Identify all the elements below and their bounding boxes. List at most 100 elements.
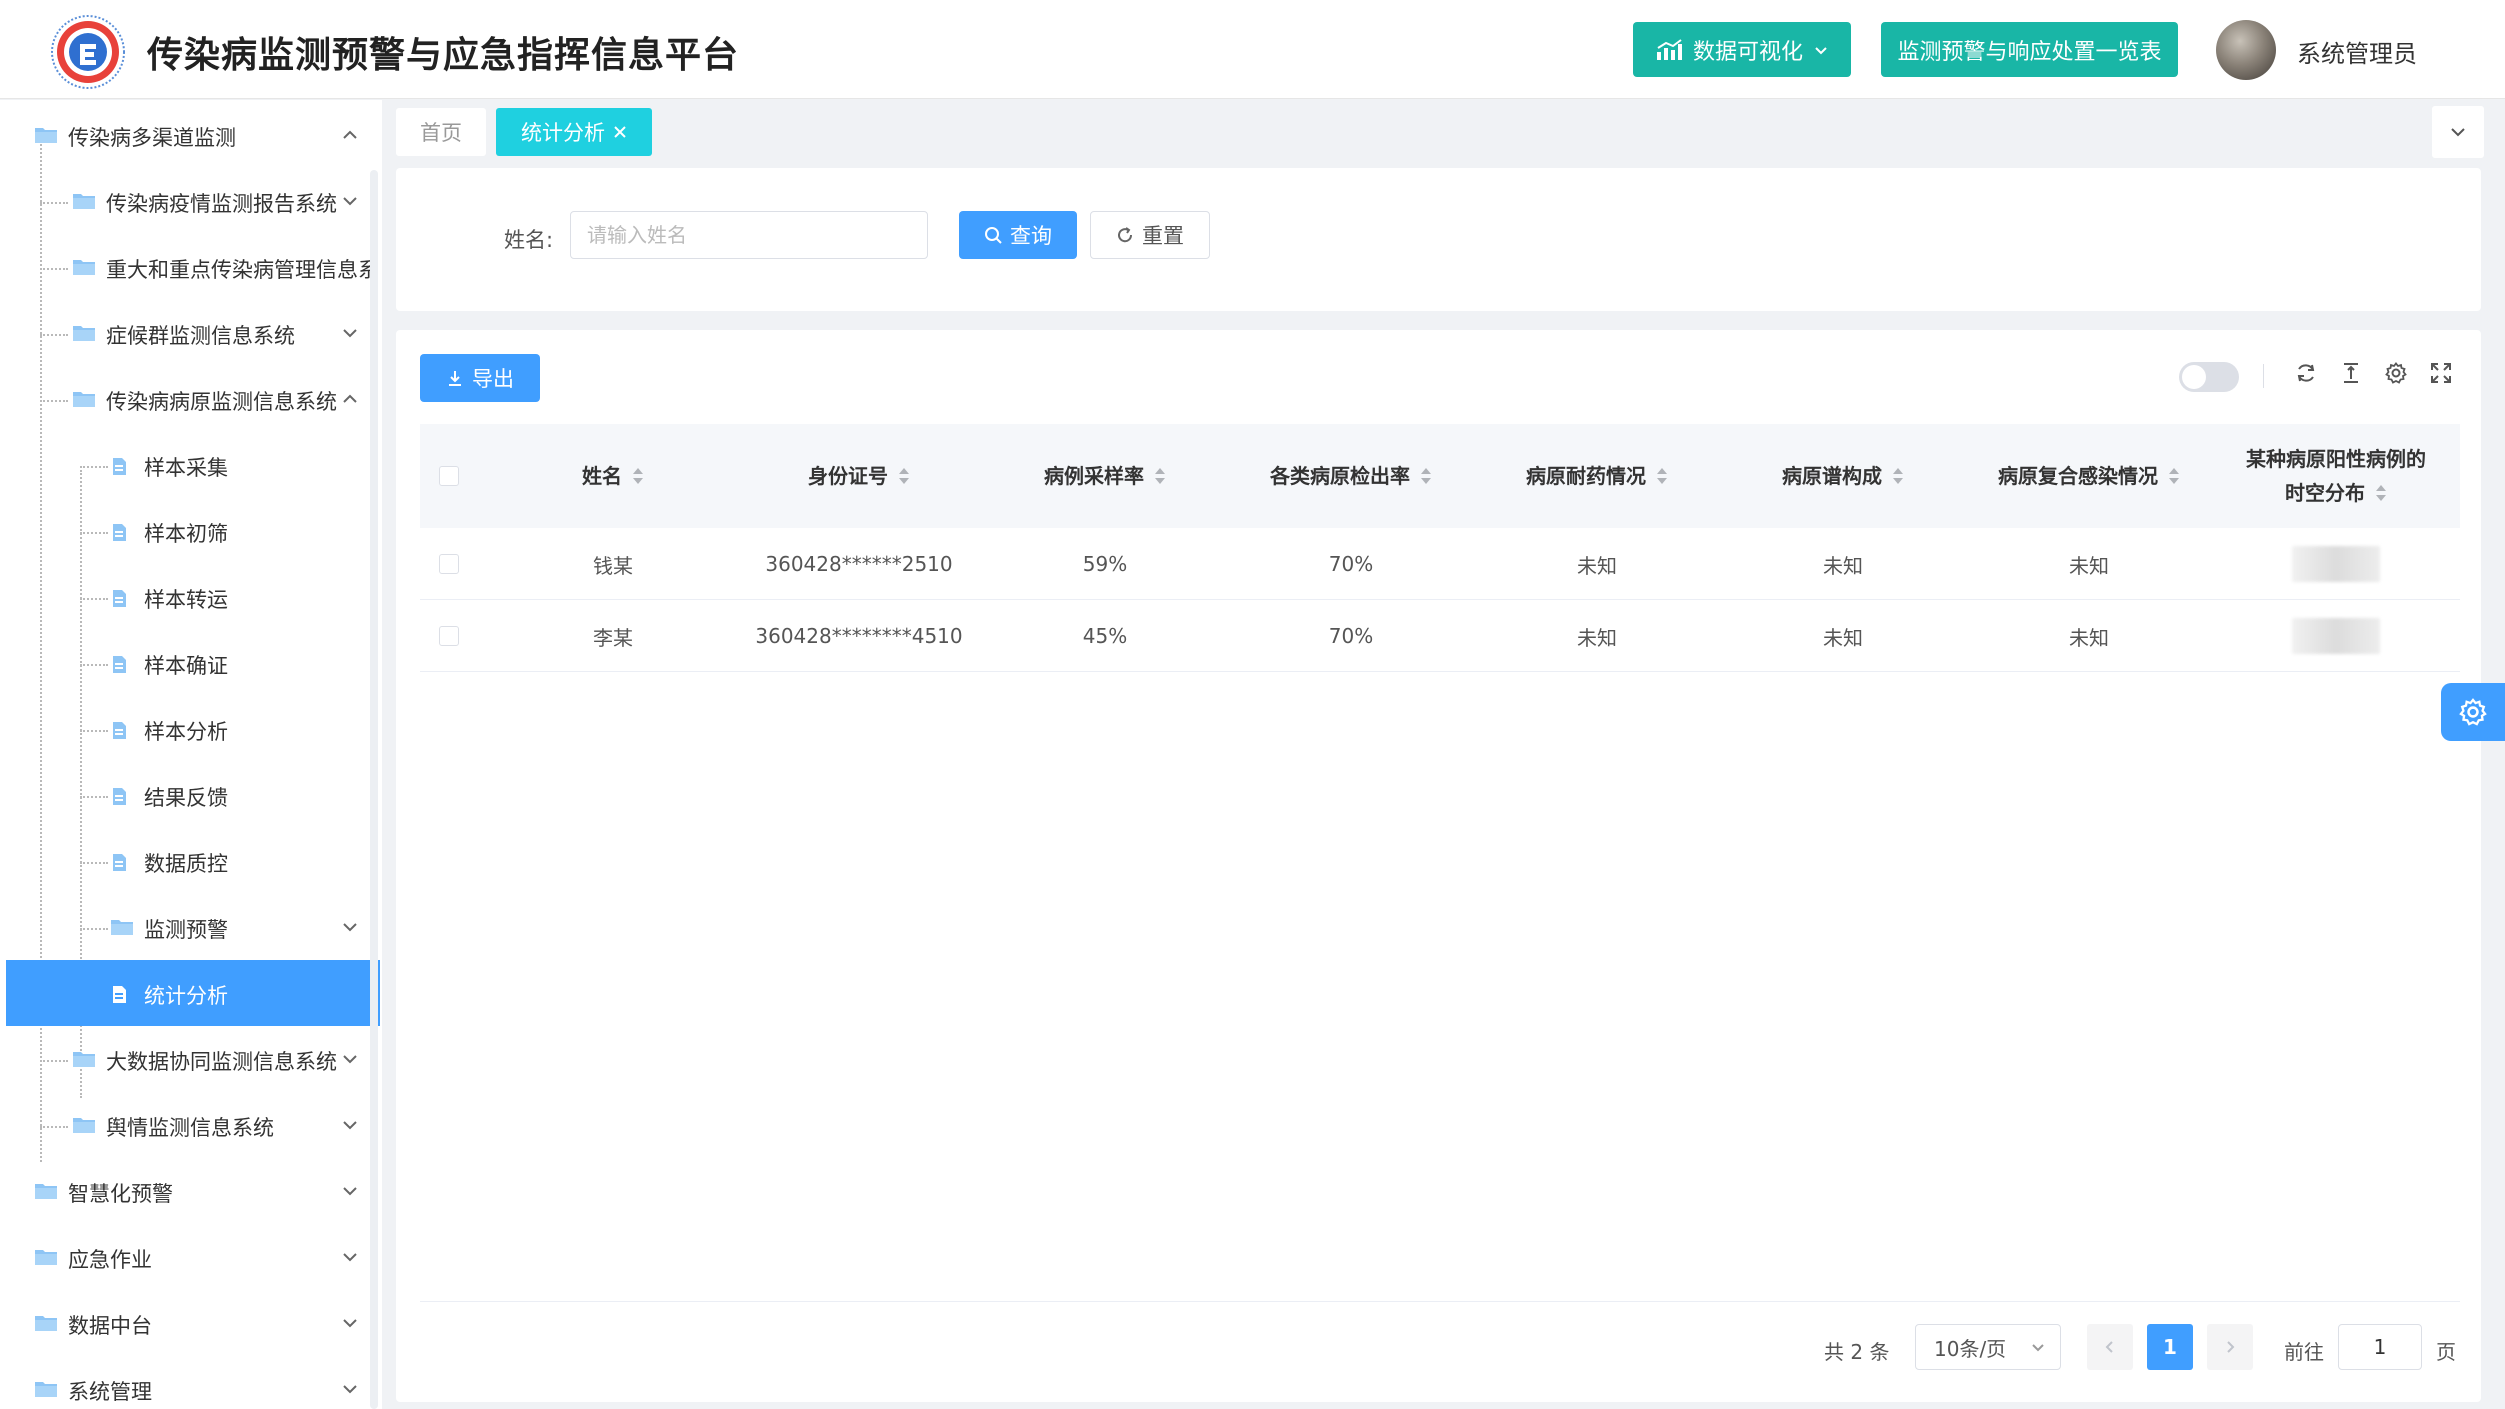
sidebar-item-system-management[interactable]: 系统管理	[6, 1356, 380, 1409]
sidebar-item-statistical-analysis[interactable]: 统计分析	[6, 960, 380, 1026]
folder-icon	[34, 1314, 58, 1332]
sidebar: 传染病多渠道监测 传染病疫情监测报告系统 重大和重点传染病管理信息系 症候群监测…	[0, 100, 382, 1409]
page-size-value: 10条/页	[1934, 1336, 2007, 1361]
sort-icon[interactable]	[2168, 466, 2180, 486]
column-header-detection-rate[interactable]: 各类病原检出率	[1228, 424, 1474, 528]
column-header-spatiotemporal-distribution[interactable]: 某种病原阳性病例的 时空分布	[2212, 424, 2460, 528]
sidebar-item-major-disease-system[interactable]: 重大和重点传染病管理信息系	[6, 234, 380, 300]
folder-icon	[72, 390, 96, 408]
sidebar-item-syndrome-system[interactable]: 症候群监测信息系统	[6, 300, 380, 366]
table-row[interactable]: 李某 360428********4510 45% 70% 未知 未知 未知	[420, 600, 2460, 672]
query-button[interactable]: 查询	[959, 211, 1077, 259]
document-icon	[112, 853, 127, 872]
sort-icon[interactable]	[1154, 466, 1166, 486]
export-button[interactable]: 导出	[420, 354, 540, 402]
close-icon[interactable]	[613, 125, 627, 139]
goto-page-input[interactable]	[2338, 1324, 2422, 1370]
sidebar-item-label: 传染病病原监测信息系统	[106, 390, 337, 414]
cell-sampling-rate: 59%	[1082, 552, 1128, 576]
sidebar-item-label: 监测预警	[144, 918, 228, 942]
tabs-dropdown[interactable]	[2432, 106, 2484, 158]
data-visualization-button[interactable]: 数据可视化	[1633, 22, 1851, 77]
data-table-card: 导出 姓名 身份证号 病例采样率 各类病原检出率 病原耐药情况 病原谱构成 病原…	[396, 330, 2481, 1402]
sidebar-item-sample-screening[interactable]: 样本初筛	[6, 498, 380, 564]
name-search-input[interactable]	[570, 211, 928, 259]
next-page-button[interactable]	[2207, 1324, 2253, 1370]
sidebar-item-label: 统计分析	[144, 984, 228, 1008]
tab-statistical-analysis[interactable]: 统计分析	[496, 108, 652, 156]
goto-label: 前往	[2284, 1340, 2324, 1364]
page-number-current[interactable]: 1	[2147, 1324, 2193, 1370]
folder-icon	[72, 324, 96, 342]
document-icon	[112, 721, 127, 740]
blurred-thumbnail	[2292, 546, 2380, 582]
sidebar-scrollbar[interactable]	[370, 170, 378, 1409]
row-checkbox[interactable]	[439, 626, 459, 646]
blurred-thumbnail	[2292, 618, 2380, 654]
sort-icon[interactable]	[898, 466, 910, 486]
column-header-id-number[interactable]: 身份证号	[736, 424, 982, 528]
fullscreen-icon[interactable]	[2426, 358, 2456, 388]
tab-home[interactable]: 首页	[396, 108, 486, 156]
sort-icon[interactable]	[2375, 483, 2387, 503]
table-row[interactable]: 钱某 360428******2510 59% 70% 未知 未知 未知	[420, 528, 2460, 600]
sidebar-item-result-feedback[interactable]: 结果反馈	[6, 762, 380, 828]
sidebar-item-public-opinion-system[interactable]: 舆情监测信息系统	[6, 1092, 380, 1158]
column-height-icon[interactable]	[2336, 358, 2366, 388]
sidebar-item-monitoring-warning[interactable]: 监测预警	[6, 894, 380, 960]
cell-coinfection: 未知	[2069, 553, 2109, 578]
select-all-checkbox[interactable]	[439, 466, 459, 486]
floating-settings-button[interactable]	[2441, 683, 2505, 741]
avatar[interactable]	[2216, 20, 2276, 80]
tab-label: 统计分析	[521, 121, 605, 145]
cell-pathogen-spectrum: 未知	[1823, 625, 1863, 650]
gear-icon[interactable]	[2381, 358, 2411, 388]
sidebar-item-label: 应急作业	[68, 1248, 152, 1272]
sidebar-item-sample-confirmation[interactable]: 样本确证	[6, 630, 380, 696]
search-icon	[984, 226, 1002, 244]
row-checkbox[interactable]	[439, 554, 459, 574]
folder-icon	[34, 1182, 58, 1200]
sidebar-item-data-quality[interactable]: 数据质控	[6, 828, 380, 894]
table-header: 姓名 身份证号 病例采样率 各类病原检出率 病原耐药情况 病原谱构成 病原复合感…	[420, 424, 2460, 528]
prev-page-button[interactable]	[2087, 1324, 2133, 1370]
gear-icon	[2459, 698, 2487, 726]
display-toggle-switch[interactable]	[2179, 362, 2239, 392]
sidebar-item-smart-warning[interactable]: 智慧化预警	[6, 1158, 380, 1224]
column-header-coinfection[interactable]: 病原复合感染情况	[1966, 424, 2212, 528]
sort-icon[interactable]	[1892, 466, 1904, 486]
page-size-select[interactable]: 10条/页	[1915, 1324, 2061, 1370]
sidebar-item-sample-transport[interactable]: 样本转运	[6, 564, 380, 630]
column-header-pathogen-spectrum[interactable]: 病原谱构成	[1720, 424, 1966, 528]
sort-icon[interactable]	[1420, 466, 1432, 486]
sidebar-item-data-platform[interactable]: 数据中台	[6, 1290, 380, 1356]
column-header-name[interactable]: 姓名	[490, 424, 736, 528]
column-header-drug-resistance[interactable]: 病原耐药情况	[1474, 424, 1720, 528]
sidebar-item-bigdata-system[interactable]: 大数据协同监测信息系统	[6, 1026, 380, 1092]
chevron-up-icon	[341, 390, 359, 408]
sidebar-item-sample-analysis[interactable]: 样本分析	[6, 696, 380, 762]
sidebar-item-multichannel-monitoring[interactable]: 传染病多渠道监测	[6, 102, 380, 168]
platform-logo	[50, 14, 126, 90]
cell-id-number: 360428********4510	[755, 624, 963, 648]
sidebar-item-label: 样本采集	[144, 456, 228, 480]
sidebar-item-label: 系统管理	[68, 1380, 152, 1404]
sort-icon[interactable]	[632, 466, 644, 486]
reset-button[interactable]: 重置	[1090, 211, 1210, 259]
data-visualization-label: 数据可视化	[1692, 39, 1803, 65]
sidebar-item-pathogen-system[interactable]: 传染病病原监测信息系统	[6, 366, 380, 432]
sidebar-item-epidemic-report-system[interactable]: 传染病疫情监测报告系统	[6, 168, 380, 234]
column-header-sampling-rate[interactable]: 病例采样率	[982, 424, 1228, 528]
sort-icon[interactable]	[1656, 466, 1668, 486]
username[interactable]: 系统管理员	[2297, 34, 2417, 69]
page-suffix-label: 页	[2436, 1340, 2456, 1364]
sidebar-item-emergency-operations[interactable]: 应急作业	[6, 1224, 380, 1290]
tabs-bar: 首页 统计分析	[382, 100, 2505, 168]
sidebar-item-label: 智慧化预警	[68, 1182, 173, 1206]
sidebar-item-sample-collection[interactable]: 样本采集	[6, 432, 380, 498]
sidebar-item-label: 样本确证	[144, 654, 228, 678]
chevron-down-icon	[341, 1380, 359, 1398]
warning-response-list-button[interactable]: 监测预警与响应处置一览表	[1881, 22, 2178, 77]
refresh-icon[interactable]	[2291, 358, 2321, 388]
app-header: 传染病监测预警与应急指挥信息平台 数据可视化 监测预警与响应处置一览表 系统管理…	[0, 0, 2505, 99]
